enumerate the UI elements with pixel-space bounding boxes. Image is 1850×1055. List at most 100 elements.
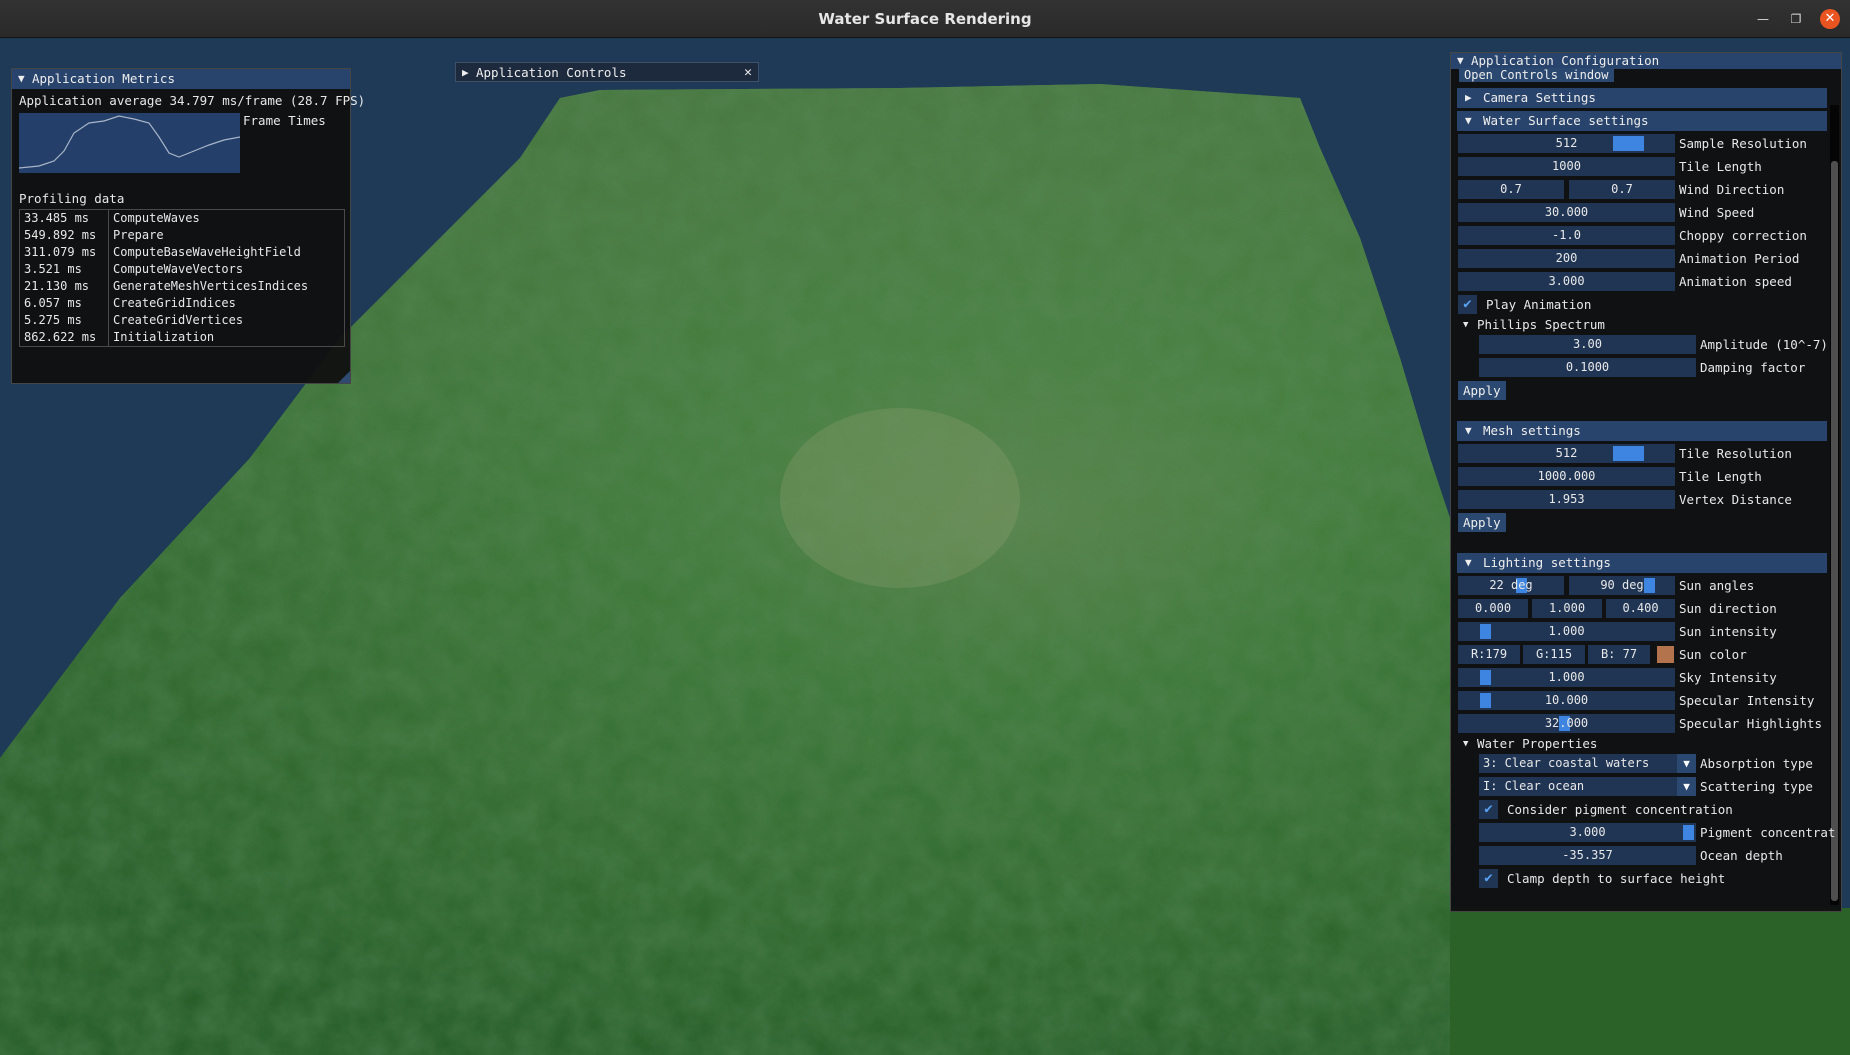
frame-times-plot[interactable] bbox=[18, 113, 241, 173]
animation-speed-label: Animation speed bbox=[1679, 274, 1792, 289]
slider-grab[interactable] bbox=[1480, 670, 1491, 685]
wind-speed-label: Wind Speed bbox=[1679, 205, 1755, 220]
sun-direction-y-field[interactable]: 1.000 bbox=[1532, 599, 1602, 618]
controls-window-title[interactable]: ▶ Application Controls ✕ bbox=[455, 62, 759, 82]
sun-direction-z-field[interactable]: 0.400 bbox=[1606, 599, 1675, 618]
resize-grip[interactable] bbox=[338, 371, 350, 383]
close-window-button[interactable]: ✕ bbox=[1820, 9, 1840, 29]
collapse-arrow-icon[interactable]: ▼ bbox=[18, 69, 25, 89]
pigment-concentration-check-label: Consider pigment concentration bbox=[1507, 802, 1733, 817]
chevron-down-icon[interactable]: ▼ bbox=[1677, 777, 1696, 796]
sun-angles-label: Sun angles bbox=[1679, 578, 1755, 593]
wind-direction-label: Wind Direction bbox=[1679, 182, 1785, 197]
minimize-button[interactable]: — bbox=[1753, 9, 1773, 29]
close-icon[interactable]: ✕ bbox=[744, 63, 752, 83]
play-animation-checkbox[interactable]: ✔ bbox=[1458, 295, 1477, 314]
wind-speed-field[interactable]: 30.000 bbox=[1458, 203, 1675, 222]
config-window-title[interactable]: ▼ Application Configuration bbox=[1451, 53, 1841, 69]
sun-color-swatch[interactable] bbox=[1657, 646, 1674, 663]
specular-intensity-label: Specular Intensity bbox=[1679, 693, 1815, 708]
table-row: 5.275 ms CreateGridVertices bbox=[24, 313, 244, 327]
mesh-tile-length-label: Tile Length bbox=[1679, 469, 1762, 484]
scrollbar-thumb[interactable] bbox=[1831, 161, 1838, 901]
tile-length-label: Tile Length bbox=[1679, 159, 1762, 174]
config-window[interactable]: ▼ Application Configuration Open Control… bbox=[1450, 52, 1842, 912]
metrics-window[interactable]: ▼ Application Metrics Application averag… bbox=[11, 68, 365, 384]
apply-water-button[interactable]: Apply bbox=[1458, 381, 1506, 400]
specular-highlights-slider[interactable]: 32.000 bbox=[1458, 714, 1675, 733]
window-title: Water Surface Rendering bbox=[818, 10, 1032, 28]
pigment-concentration-slider[interactable]: 3.000 bbox=[1479, 823, 1696, 842]
sun-angle-b-slider[interactable]: 90 deg bbox=[1569, 576, 1675, 595]
damping-factor-label: Damping factor bbox=[1700, 360, 1806, 375]
sun-intensity-label: Sun intensity bbox=[1679, 624, 1777, 639]
slider-grab[interactable] bbox=[1613, 446, 1644, 461]
apply-mesh-button[interactable]: Apply bbox=[1458, 513, 1506, 532]
choppy-correction-field[interactable]: -1.0 bbox=[1458, 226, 1675, 245]
wind-direction-x-field[interactable]: 0.7 bbox=[1458, 180, 1564, 199]
collapse-arrow-icon: ▼ bbox=[1465, 114, 1472, 127]
absorption-type-combo[interactable]: 3: Clear coastal waters bbox=[1479, 754, 1677, 773]
amplitude-field[interactable]: 3.00 bbox=[1479, 335, 1696, 354]
sky-intensity-slider[interactable]: 1.000 bbox=[1458, 668, 1675, 687]
animation-speed-field[interactable]: 3.000 bbox=[1458, 272, 1675, 291]
pigment-concentration-checkbox[interactable]: ✔ bbox=[1479, 800, 1498, 819]
sun-color-r-field[interactable]: R:179 bbox=[1458, 645, 1520, 664]
amplitude-label: Amplitude (10^-7) bbox=[1700, 337, 1828, 352]
mesh-tile-length-field[interactable]: 1000.000 bbox=[1458, 467, 1675, 486]
tile-length-field[interactable]: 1000 bbox=[1458, 157, 1675, 176]
sun-intensity-slider[interactable]: 1.000 bbox=[1458, 622, 1675, 641]
collapse-arrow-icon[interactable]: ▼ bbox=[1457, 53, 1464, 69]
sun-color-b-field[interactable]: B: 77 bbox=[1588, 645, 1650, 664]
lighting-settings-header[interactable]: ▼ Lighting settings bbox=[1457, 553, 1827, 573]
chevron-down-icon[interactable]: ▼ bbox=[1677, 754, 1696, 773]
clamp-depth-checkbox[interactable]: ✔ bbox=[1479, 869, 1498, 888]
slider-grab[interactable] bbox=[1480, 624, 1491, 639]
wind-direction-y-field[interactable]: 0.7 bbox=[1569, 180, 1675, 199]
window-titlebar: Water Surface Rendering — ❐ ✕ bbox=[0, 0, 1850, 38]
profiling-table: 33.485 ms ComputeWaves 549.892 ms Prepare … bbox=[19, 209, 345, 347]
vertex-distance-label: Vertex Distance bbox=[1679, 492, 1792, 507]
slider-grab[interactable] bbox=[1644, 578, 1655, 593]
sun-color-label: Sun color bbox=[1679, 647, 1747, 662]
sun-color-g-field[interactable]: G:115 bbox=[1523, 645, 1585, 664]
phillips-spectrum-node[interactable]: ▼ Phillips Spectrum bbox=[1461, 317, 1605, 333]
maximize-button[interactable]: ❐ bbox=[1786, 9, 1806, 29]
sun-angle-a-slider[interactable]: 22 deg bbox=[1458, 576, 1564, 595]
tile-resolution-label: Tile Resolution bbox=[1679, 446, 1792, 461]
damping-factor-field[interactable]: 0.1000 bbox=[1479, 358, 1696, 377]
play-animation-label: Play Animation bbox=[1486, 297, 1592, 312]
table-row: 3.521 ms ComputeWaveVectors bbox=[24, 262, 244, 276]
config-title-label: Application Configuration bbox=[1471, 53, 1660, 68]
frame-times-label: Frame Times bbox=[243, 113, 326, 128]
expand-arrow-icon: ▶ bbox=[1465, 91, 1472, 104]
expand-arrow-icon[interactable]: ▶ bbox=[462, 63, 469, 83]
specular-highlights-label: Specular Highlights bbox=[1679, 716, 1822, 731]
sample-resolution-slider[interactable]: 512 bbox=[1458, 134, 1675, 153]
controls-window[interactable]: ▶ Application Controls ✕ bbox=[455, 62, 759, 82]
sun-direction-x-field[interactable]: 0.000 bbox=[1458, 599, 1528, 618]
camera-settings-header[interactable]: ▶ Camera Settings bbox=[1457, 88, 1827, 108]
slider-grab[interactable] bbox=[1683, 825, 1694, 840]
specular-intensity-slider[interactable]: 10.000 bbox=[1458, 691, 1675, 710]
tile-resolution-slider[interactable]: 512 bbox=[1458, 444, 1675, 463]
profiling-label: Profiling data bbox=[19, 191, 125, 206]
ocean-depth-field[interactable]: -35.357 bbox=[1479, 846, 1696, 865]
scattering-type-combo[interactable]: I: Clear ocean bbox=[1479, 777, 1677, 796]
table-row: 311.079 ms ComputeBaseWaveHeightField bbox=[24, 245, 301, 259]
water-properties-node[interactable]: ▼ Water Properties bbox=[1461, 736, 1597, 752]
vertex-distance-field[interactable]: 1.953 bbox=[1458, 490, 1675, 509]
open-controls-button[interactable]: Open Controls window bbox=[1459, 68, 1614, 82]
frame-times-line bbox=[18, 115, 241, 169]
table-row: 6.057 ms CreateGridIndices bbox=[24, 296, 236, 310]
mesh-settings-header[interactable]: ▼ Mesh settings bbox=[1457, 421, 1827, 441]
table-row: 33.485 ms ComputeWaves bbox=[24, 211, 200, 225]
sky-intensity-label: Sky Intensity bbox=[1679, 670, 1777, 685]
animation-period-field[interactable]: 200 bbox=[1458, 249, 1675, 268]
pigment-concentration-label: Pigment concentrat bbox=[1700, 825, 1836, 840]
slider-grab[interactable] bbox=[1613, 136, 1644, 151]
scrollbar[interactable] bbox=[1830, 105, 1839, 905]
metrics-window-title[interactable]: ▼ Application Metrics bbox=[12, 69, 350, 89]
water-surface-header[interactable]: ▼ Water Surface settings bbox=[1457, 111, 1827, 131]
slider-grab[interactable] bbox=[1480, 693, 1491, 708]
